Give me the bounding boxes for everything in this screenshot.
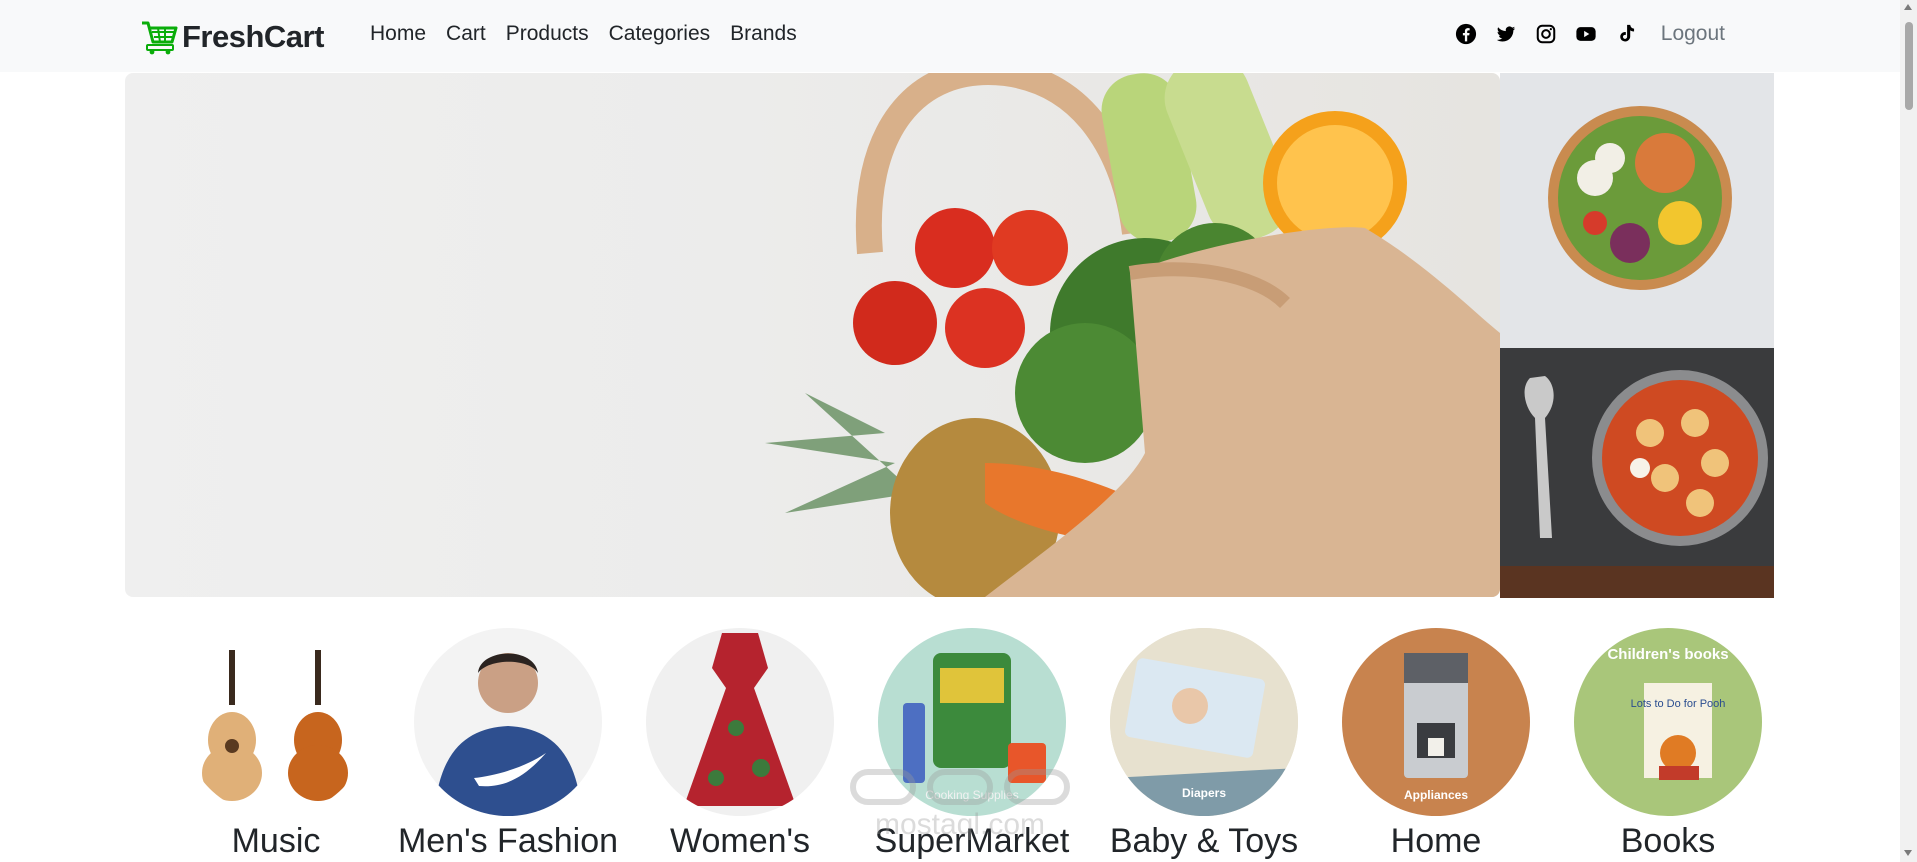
category-mens-fashion[interactable]: Men's Fashion <box>372 620 618 862</box>
nav-cart[interactable]: Cart <box>446 22 486 46</box>
groceries-bag-illustration <box>765 73 1500 597</box>
shopping-cart-icon <box>142 21 178 55</box>
nav-categories[interactable]: Categories <box>609 22 711 46</box>
hero-side-image-pan[interactable] <box>1500 348 1774 598</box>
scroll-thumb[interactable] <box>1905 22 1913 110</box>
guitars-image <box>202 650 348 801</box>
brand-logo[interactable]: FreshCart <box>140 17 324 57</box>
category-image <box>414 628 602 816</box>
tiktok-icon[interactable] <box>1615 23 1637 45</box>
category-supermarket[interactable]: Cooking Supplies SuperMarket <box>836 620 1069 862</box>
hero-side-image-salad[interactable] <box>1500 73 1774 348</box>
navbar: FreshCart Home Cart Products Categories … <box>0 0 1900 72</box>
page-scrollbar[interactable] <box>1900 0 1917 862</box>
brand-name: FreshCart <box>182 19 324 54</box>
category-image-caption: Appliances <box>1403 788 1469 802</box>
category-image <box>182 628 370 816</box>
nav-products[interactable]: Products <box>506 22 589 46</box>
man-hoodie-image <box>434 653 582 816</box>
childrens-book-image <box>1644 683 1712 780</box>
category-womens[interactable]: Women's <box>604 620 836 862</box>
book-title: Lots to Do for Pooh <box>1630 698 1726 710</box>
wooden-table-strip <box>1500 566 1774 598</box>
category-music[interactable]: Music <box>140 620 372 862</box>
scroll-up-arrow-icon[interactable] <box>1904 4 1912 10</box>
instagram-icon[interactable] <box>1535 23 1557 45</box>
nav-brands[interactable]: Brands <box>730 22 797 46</box>
category-image: Children's books Lots to Do for Pooh <box>1574 628 1762 816</box>
category-image: Appliances <box>1342 628 1530 816</box>
category-image <box>646 628 834 816</box>
main-nav: Home Cart Products Categories Brands <box>370 22 797 46</box>
category-image: Cooking Supplies <box>878 628 1066 816</box>
scroll-down-arrow-icon[interactable] <box>1904 850 1912 856</box>
nav-right: Logout <box>1455 22 1725 46</box>
category-home[interactable]: Appliances Home <box>1300 620 1532 862</box>
facebook-icon[interactable] <box>1455 23 1477 45</box>
category-baby-toys[interactable]: Diapers Baby & Toys <box>1068 620 1300 862</box>
red-dress-image <box>684 633 796 806</box>
category-image: Diapers <box>1110 628 1298 816</box>
salad-bowl-illustration <box>1548 106 1732 290</box>
category-name: Books <box>1620 822 1716 860</box>
youtube-icon[interactable] <box>1575 23 1597 45</box>
category-image-caption: Cooking Supplies <box>925 788 1019 802</box>
category-books[interactable]: Children's books Lots to Do for Pooh Boo… <box>1532 620 1764 862</box>
twitter-icon[interactable] <box>1495 23 1517 45</box>
nav-home[interactable]: Home <box>370 22 426 46</box>
gnocchi-pan-illustration <box>1524 370 1768 546</box>
category-slider: Music Men's Fashion Women's Cooking Supp… <box>140 620 1780 862</box>
logout-link[interactable]: Logout <box>1661 22 1725 46</box>
category-image-caption: Diapers <box>1181 786 1227 800</box>
hero-slider-image[interactable] <box>125 73 1500 597</box>
